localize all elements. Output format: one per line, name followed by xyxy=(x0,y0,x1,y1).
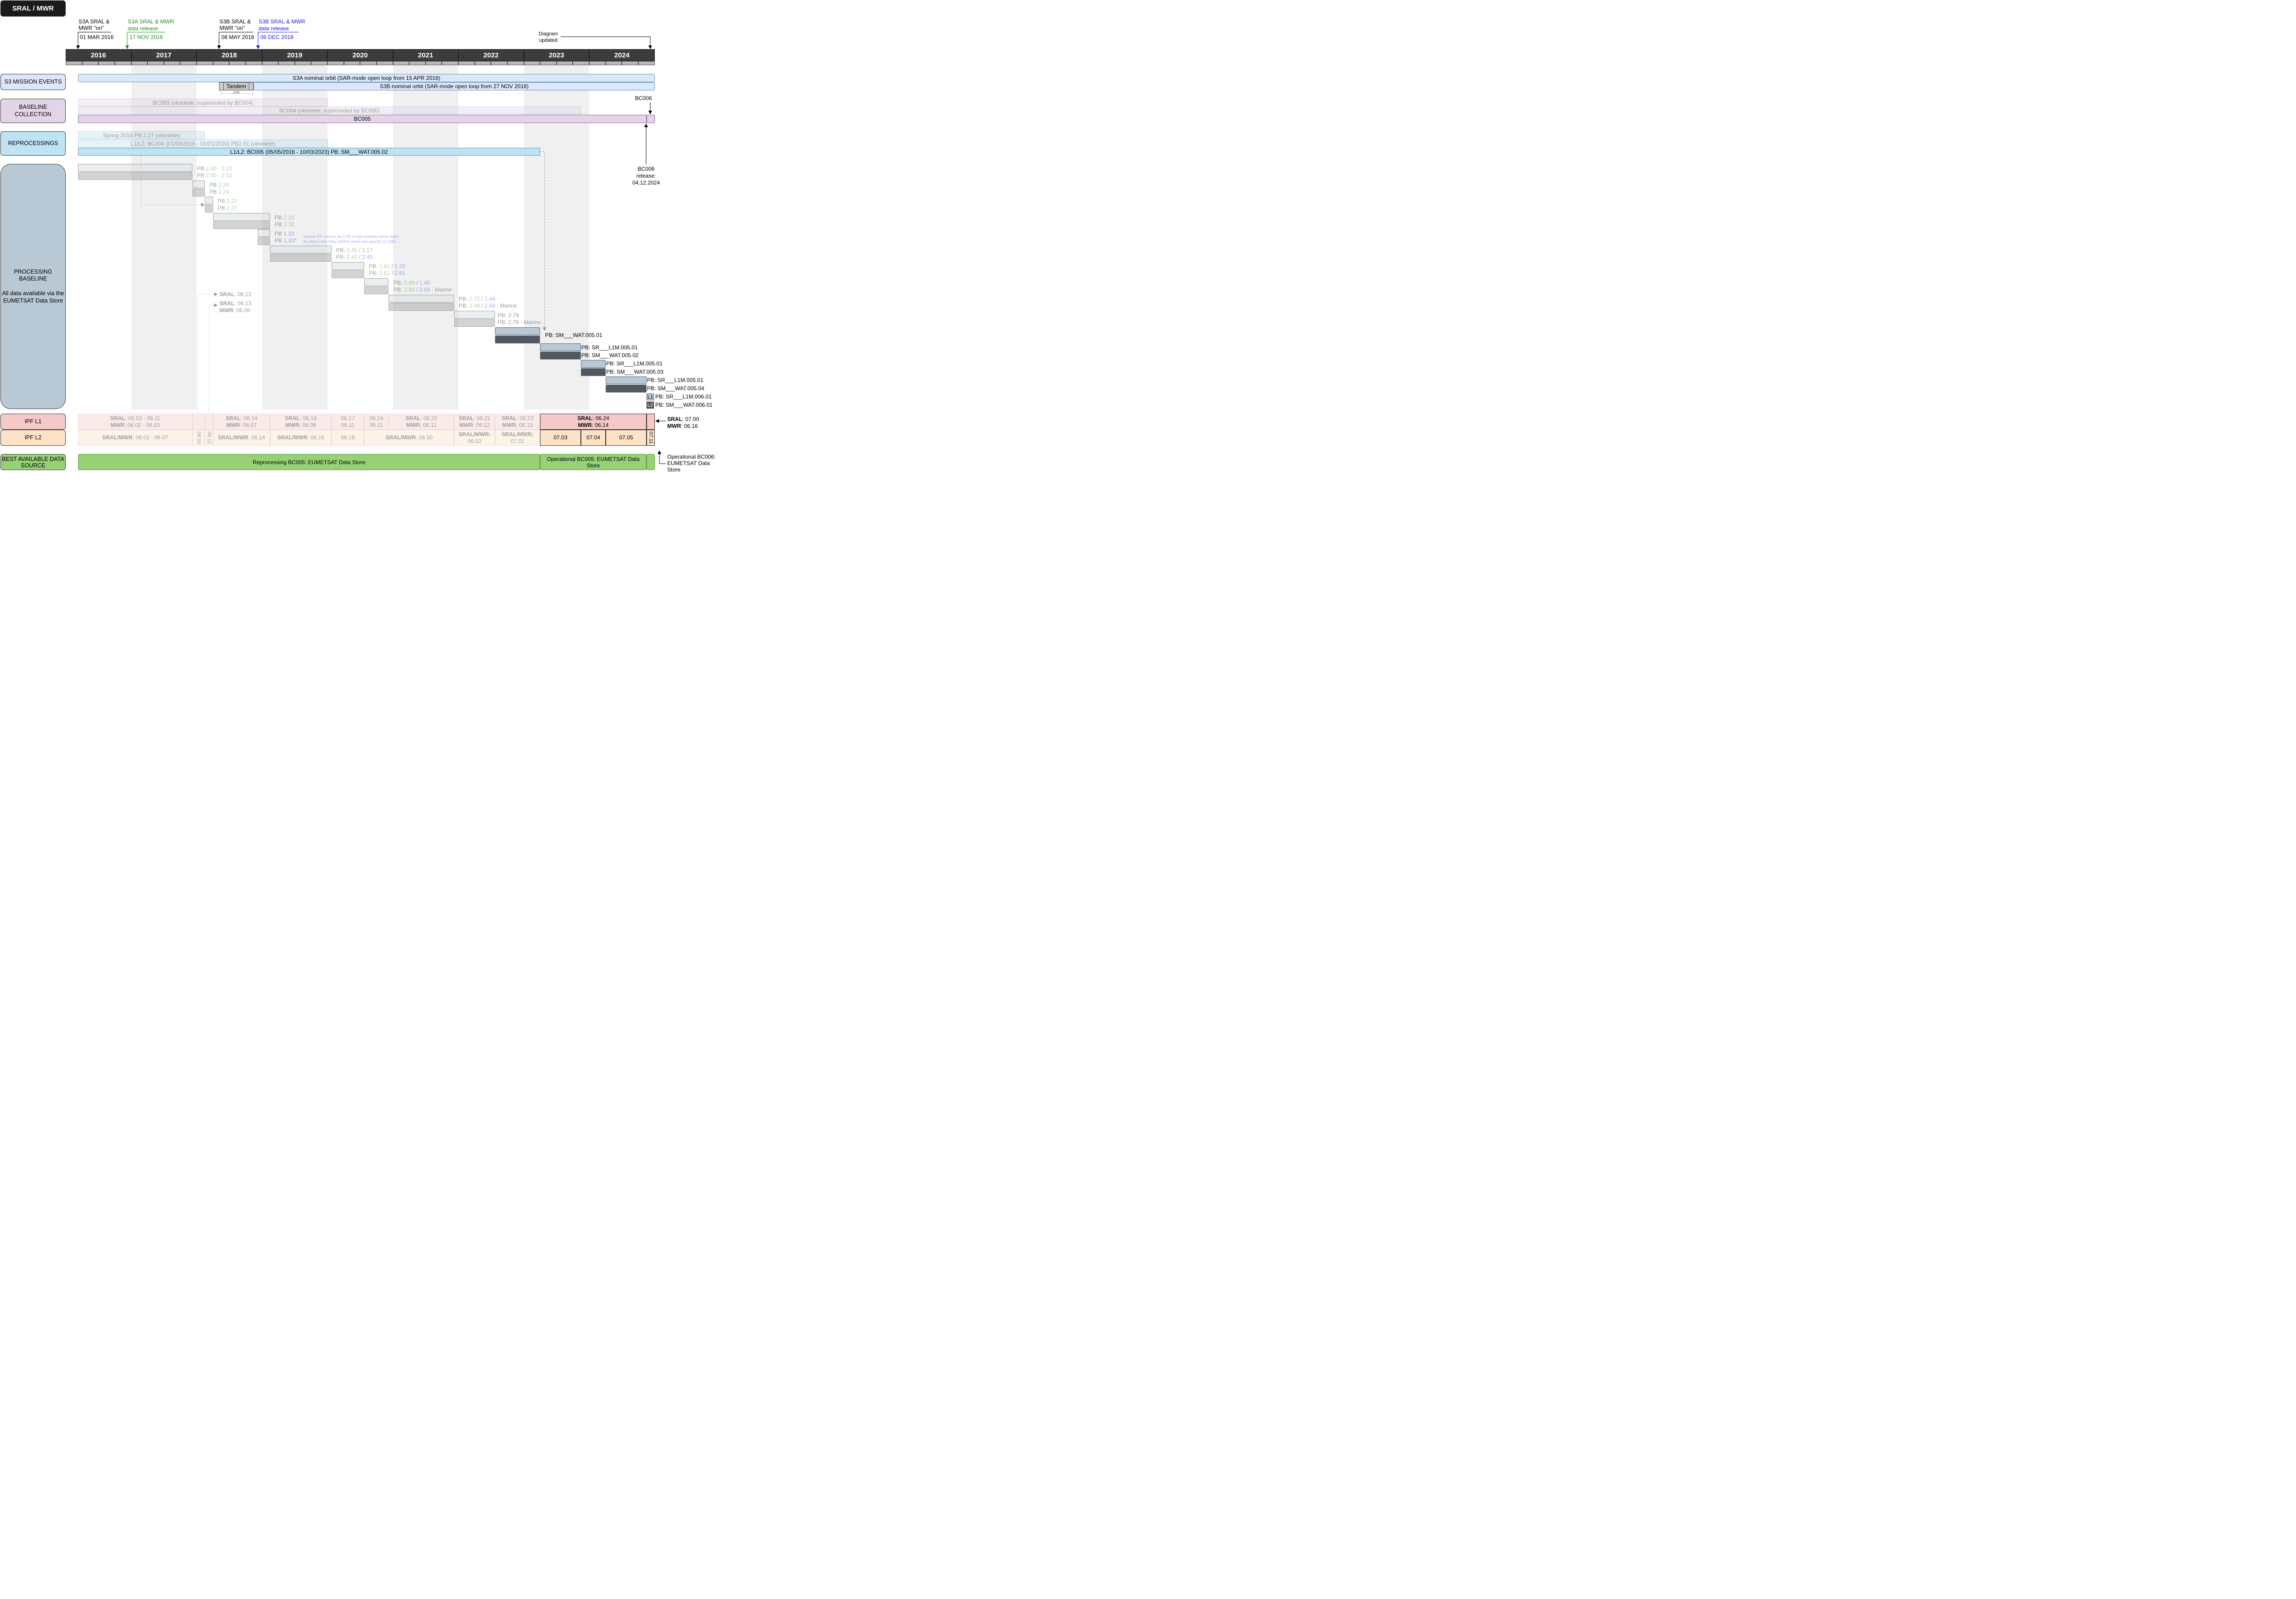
timeline-diagram: SRAL / MWR S3A SRAL & MWR "on" 01 MAR 20… xyxy=(0,0,718,473)
connector-lines xyxy=(76,32,666,464)
